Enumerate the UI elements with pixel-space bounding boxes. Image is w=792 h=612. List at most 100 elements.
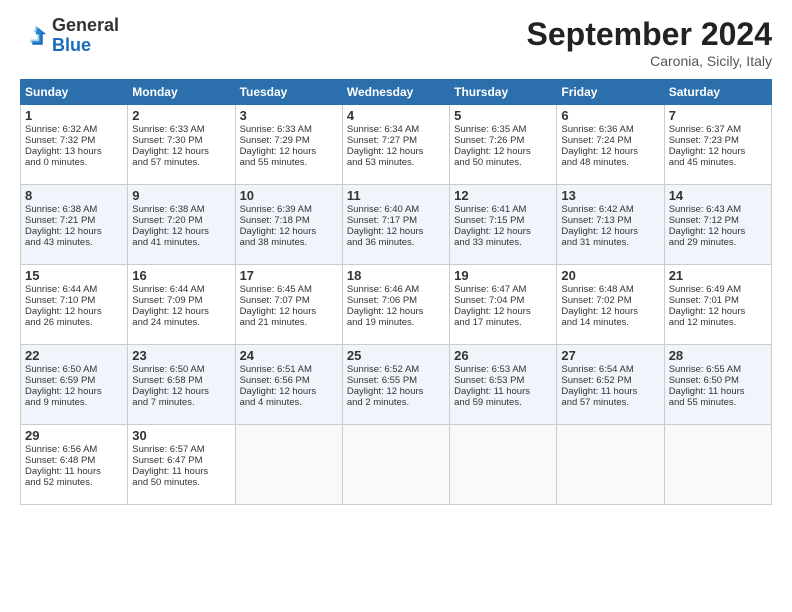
calendar-cell: 18Sunrise: 6:46 AMSunset: 7:06 PMDayligh… — [342, 265, 449, 345]
day-info-line: Daylight: 12 hours — [454, 306, 552, 317]
day-info-line: Daylight: 12 hours — [669, 306, 767, 317]
day-info-line: and 12 minutes. — [669, 317, 767, 328]
location: Caronia, Sicily, Italy — [527, 53, 772, 69]
day-info-line: and 7 minutes. — [132, 397, 230, 408]
day-info-line: and 52 minutes. — [25, 477, 123, 488]
day-number: 4 — [347, 108, 445, 123]
day-info-line: and 36 minutes. — [347, 237, 445, 248]
day-info-line: Daylight: 12 hours — [25, 226, 123, 237]
day-number: 17 — [240, 268, 338, 283]
day-info-line: Sunset: 6:50 PM — [669, 375, 767, 386]
day-info-line: Daylight: 12 hours — [454, 226, 552, 237]
header: General Blue September 2024 Caronia, Sic… — [20, 16, 772, 69]
day-info-line: Sunset: 7:18 PM — [240, 215, 338, 226]
day-info-line: Sunset: 7:32 PM — [25, 135, 123, 146]
calendar-cell: 17Sunrise: 6:45 AMSunset: 7:07 PMDayligh… — [235, 265, 342, 345]
day-info-line: Daylight: 12 hours — [240, 226, 338, 237]
day-info-line: Sunset: 7:21 PM — [25, 215, 123, 226]
day-info-line: and 59 minutes. — [454, 397, 552, 408]
day-info-line: Daylight: 12 hours — [347, 226, 445, 237]
day-info-line: Sunrise: 6:33 AM — [132, 124, 230, 135]
day-info-line: and 50 minutes. — [454, 157, 552, 168]
day-number: 6 — [561, 108, 659, 123]
day-info-line: and 4 minutes. — [240, 397, 338, 408]
day-info-line: Sunset: 7:23 PM — [669, 135, 767, 146]
day-info-line: Sunrise: 6:41 AM — [454, 204, 552, 215]
day-info-line: Sunrise: 6:48 AM — [561, 284, 659, 295]
day-info-line: and 38 minutes. — [240, 237, 338, 248]
day-number: 22 — [25, 348, 123, 363]
calendar-cell: 29Sunrise: 6:56 AMSunset: 6:48 PMDayligh… — [21, 425, 128, 505]
col-friday: Friday — [557, 80, 664, 105]
day-info-line: Sunset: 6:56 PM — [240, 375, 338, 386]
day-number: 19 — [454, 268, 552, 283]
day-info-line: Daylight: 13 hours — [25, 146, 123, 157]
day-info-line: Sunrise: 6:38 AM — [25, 204, 123, 215]
calendar-cell — [450, 425, 557, 505]
day-info-line: Sunset: 7:09 PM — [132, 295, 230, 306]
day-info-line: Daylight: 12 hours — [347, 306, 445, 317]
day-info-line: Sunrise: 6:43 AM — [669, 204, 767, 215]
day-info-line: Daylight: 12 hours — [25, 386, 123, 397]
day-info-line: Sunset: 7:12 PM — [669, 215, 767, 226]
day-info-line: Sunrise: 6:37 AM — [669, 124, 767, 135]
day-info-line: and 2 minutes. — [347, 397, 445, 408]
week-row-3: 15Sunrise: 6:44 AMSunset: 7:10 PMDayligh… — [21, 265, 772, 345]
day-info-line: and 41 minutes. — [132, 237, 230, 248]
day-info-line: Daylight: 12 hours — [240, 386, 338, 397]
day-info-line: Sunset: 6:53 PM — [454, 375, 552, 386]
day-info-line: Daylight: 11 hours — [669, 386, 767, 397]
day-info-line: Sunrise: 6:50 AM — [132, 364, 230, 375]
logo-text-block: General Blue — [52, 16, 119, 56]
day-info-line: Daylight: 12 hours — [240, 306, 338, 317]
day-info-line: Daylight: 12 hours — [561, 146, 659, 157]
day-number: 2 — [132, 108, 230, 123]
calendar-cell: 4Sunrise: 6:34 AMSunset: 7:27 PMDaylight… — [342, 105, 449, 185]
day-number: 20 — [561, 268, 659, 283]
day-info-line: and 53 minutes. — [347, 157, 445, 168]
col-sunday: Sunday — [21, 80, 128, 105]
day-info-line: and 31 minutes. — [561, 237, 659, 248]
calendar-cell: 10Sunrise: 6:39 AMSunset: 7:18 PMDayligh… — [235, 185, 342, 265]
day-info-line: and 17 minutes. — [454, 317, 552, 328]
day-number: 8 — [25, 188, 123, 203]
day-info-line: Sunrise: 6:53 AM — [454, 364, 552, 375]
logo-icon — [20, 22, 48, 50]
day-info-line: and 0 minutes. — [25, 157, 123, 168]
day-info-line: Sunset: 7:26 PM — [454, 135, 552, 146]
day-info-line: Sunrise: 6:34 AM — [347, 124, 445, 135]
day-info-line: Sunset: 7:02 PM — [561, 295, 659, 306]
day-info-line: Sunset: 7:15 PM — [454, 215, 552, 226]
day-info-line: Sunset: 6:47 PM — [132, 455, 230, 466]
col-wednesday: Wednesday — [342, 80, 449, 105]
day-info-line: Sunrise: 6:38 AM — [132, 204, 230, 215]
week-row-5: 29Sunrise: 6:56 AMSunset: 6:48 PMDayligh… — [21, 425, 772, 505]
calendar-cell: 23Sunrise: 6:50 AMSunset: 6:58 PMDayligh… — [128, 345, 235, 425]
day-info-line: Sunrise: 6:55 AM — [669, 364, 767, 375]
day-info-line: Sunset: 7:30 PM — [132, 135, 230, 146]
title-block: September 2024 Caronia, Sicily, Italy — [527, 16, 772, 69]
day-info-line: Sunset: 7:24 PM — [561, 135, 659, 146]
logo-general: General — [52, 15, 119, 35]
day-info-line: Daylight: 12 hours — [132, 306, 230, 317]
day-info-line: Sunrise: 6:40 AM — [347, 204, 445, 215]
day-info-line: Daylight: 12 hours — [240, 146, 338, 157]
header-row: Sunday Monday Tuesday Wednesday Thursday… — [21, 80, 772, 105]
day-info-line: Sunset: 7:10 PM — [25, 295, 123, 306]
day-info-line: and 29 minutes. — [669, 237, 767, 248]
day-number: 10 — [240, 188, 338, 203]
day-info-line: Sunrise: 6:52 AM — [347, 364, 445, 375]
day-number: 1 — [25, 108, 123, 123]
day-info-line: Sunrise: 6:36 AM — [561, 124, 659, 135]
day-info-line: Sunset: 6:58 PM — [132, 375, 230, 386]
day-info-line: and 14 minutes. — [561, 317, 659, 328]
month-title: September 2024 — [527, 16, 772, 53]
day-info-line: and 50 minutes. — [132, 477, 230, 488]
day-info-line: Sunrise: 6:45 AM — [240, 284, 338, 295]
day-info-line: Daylight: 11 hours — [132, 466, 230, 477]
day-info-line: Sunrise: 6:50 AM — [25, 364, 123, 375]
day-number: 7 — [669, 108, 767, 123]
day-number: 3 — [240, 108, 338, 123]
day-info-line: and 9 minutes. — [25, 397, 123, 408]
calendar-cell: 14Sunrise: 6:43 AMSunset: 7:12 PMDayligh… — [664, 185, 771, 265]
